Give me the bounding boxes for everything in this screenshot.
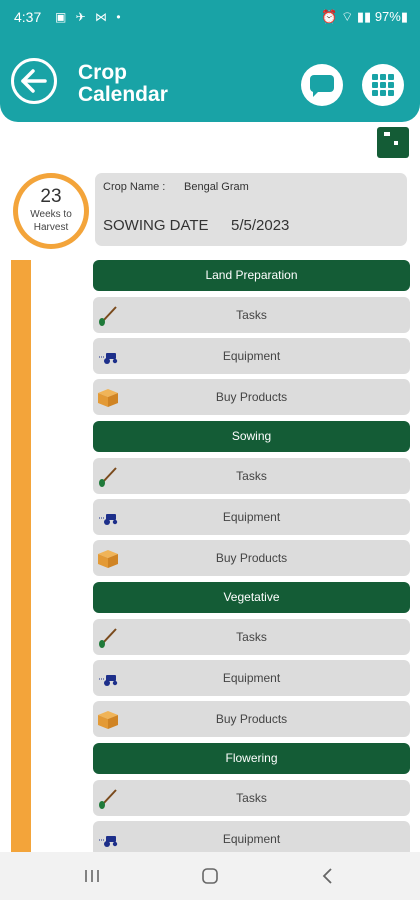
equipment-item[interactable]: Equipment — [93, 338, 410, 374]
item-label: Tasks — [236, 791, 267, 805]
crop-info-card: Crop Name : Bengal Gram SOWING DATE 5/5/… — [95, 173, 407, 246]
stage-header[interactable]: Flowering — [93, 743, 410, 774]
item-label: Tasks — [236, 630, 267, 644]
tasks-item[interactable]: Tasks — [93, 458, 410, 494]
grid-menu-button[interactable] — [362, 64, 404, 106]
crop-name-value: Bengal Gram — [184, 181, 249, 193]
equipment-item[interactable]: Equipment — [93, 499, 410, 535]
stage-header[interactable]: Land Preparation — [93, 260, 410, 291]
timeline-bar — [11, 260, 31, 852]
sowing-date-label: SOWING DATE — [103, 217, 209, 234]
item-label: Buy Products — [215, 712, 288, 726]
sowing-date-value: 5/5/2023 — [231, 217, 290, 234]
arrow-left-icon — [21, 69, 47, 93]
back-button[interactable] — [11, 58, 57, 104]
tasks-item[interactable]: Tasks — [93, 297, 410, 333]
item-label: Equipment — [222, 671, 281, 685]
item-label: Buy Products — [215, 390, 288, 404]
stage-group: Vegetative Tasks Equipment Buy Products — [93, 582, 410, 737]
buy-products-item[interactable]: Buy Products — [93, 540, 410, 576]
stage-list[interactable]: Land Preparation Tasks Equipment Buy Pro… — [93, 260, 410, 852]
chat-bubble-icon — [310, 75, 334, 97]
recent-apps-icon[interactable] — [80, 864, 104, 888]
save-icon — [384, 132, 398, 145]
back-nav-icon[interactable] — [316, 864, 340, 888]
stage-header[interactable]: Vegetative — [93, 582, 410, 613]
stage-header[interactable]: Sowing — [93, 421, 410, 452]
home-icon[interactable] — [198, 864, 222, 888]
tasks-item[interactable]: Tasks — [93, 780, 410, 816]
stage-group: Flowering Tasks Equipment — [93, 743, 410, 852]
item-label: Tasks — [236, 308, 267, 322]
weeks-label: Weeks to Harvest — [30, 209, 72, 233]
weeks-to-harvest-badge: 23 Weeks to Harvest — [13, 173, 89, 249]
tasks-item[interactable]: Tasks — [93, 619, 410, 655]
save-button[interactable] — [377, 127, 409, 158]
chat-button[interactable] — [301, 64, 343, 106]
weeks-count: 23 — [40, 186, 62, 207]
item-label: Equipment — [222, 349, 281, 363]
crop-name-label: Crop Name : — [103, 181, 166, 193]
notification-icons: ▣ ✈ ⋈ • — [55, 10, 124, 24]
equipment-item[interactable]: Equipment — [93, 660, 410, 696]
page-title: Crop Calendar — [78, 61, 168, 106]
equipment-item[interactable]: Equipment — [93, 821, 410, 852]
status-indicators: ⏰ ⌔ ▮▮ 97%▮ — [321, 9, 408, 24]
item-label: Buy Products — [215, 551, 288, 565]
app-header: Crop Calendar — [0, 36, 420, 122]
item-label: Equipment — [222, 832, 281, 846]
stage-group: Sowing Tasks Equipment Buy Products — [93, 421, 410, 576]
system-nav-bar — [0, 852, 420, 900]
stage-group: Land Preparation Tasks Equipment Buy Pro… — [93, 260, 410, 415]
status-time: 4:37 — [14, 9, 42, 25]
item-label: Tasks — [236, 469, 267, 483]
status-bar: 4:37 ▣ ✈ ⋈ • ⏰ ⌔ ▮▮ 97%▮ — [0, 0, 420, 36]
item-label: Equipment — [222, 510, 281, 524]
buy-products-item[interactable]: Buy Products — [93, 379, 410, 415]
buy-products-item[interactable]: Buy Products — [93, 701, 410, 737]
grid-menu-icon — [372, 74, 394, 96]
